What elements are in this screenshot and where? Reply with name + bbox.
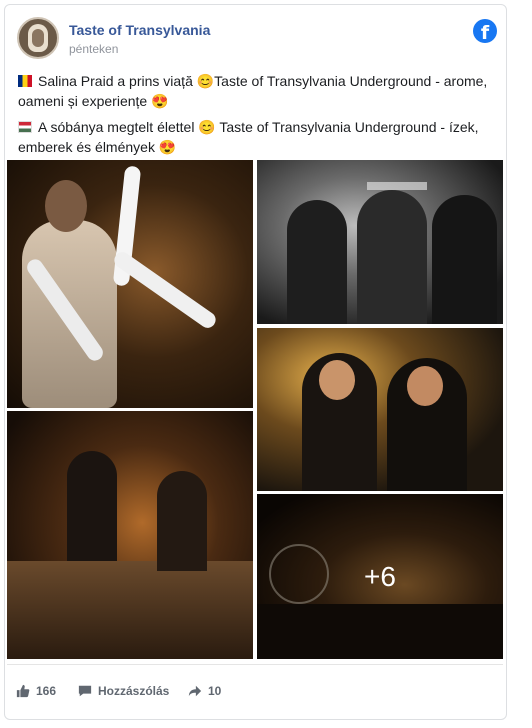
cook-figure <box>157 471 207 571</box>
post-header: Taste of Transylvania pénteken f <box>17 17 497 61</box>
hungary-flag-icon <box>18 121 32 133</box>
comment-button[interactable]: Hozzászólás <box>78 681 169 701</box>
photo-band-stage[interactable]: +6 <box>257 494 503 659</box>
photo-two-men[interactable] <box>257 328 503 491</box>
share-arrow-icon <box>188 685 202 697</box>
photo-chefs-restaurant[interactable] <box>257 160 503 324</box>
post-timestamp[interactable]: pénteken <box>69 42 118 56</box>
footer-divider <box>7 664 503 665</box>
post-footer: 166 Hozzászólás 10 <box>16 681 486 703</box>
avatar-logo-center <box>32 29 44 47</box>
post-text-romanian: Salina Praid a prins viață 😊Taste of Tra… <box>18 71 502 111</box>
page-avatar[interactable] <box>17 17 59 59</box>
photo-juggler[interactable] <box>7 160 253 408</box>
like-button[interactable]: 166 <box>16 681 56 701</box>
post-text-ro: Salina Praid a prins viață 😊Taste of Tra… <box>18 73 488 109</box>
comment-label: Hozzászólás <box>98 684 170 698</box>
post-text-hungarian: A sóbánya megtelt élettel 😊 Taste of Tra… <box>18 117 502 157</box>
man-face <box>319 360 355 400</box>
chef-figure <box>287 200 347 324</box>
speech-bubble-icon <box>78 685 92 697</box>
kitchen-counter <box>7 561 253 659</box>
like-count: 166 <box>36 684 57 698</box>
share-button[interactable]: 10 <box>188 681 221 701</box>
romania-flag-icon <box>18 75 32 87</box>
photo-kitchen-cooking[interactable] <box>7 411 253 659</box>
post-text-hu: A sóbánya megtelt élettel 😊 Taste of Tra… <box>18 119 479 155</box>
thumbs-up-icon <box>16 684 30 698</box>
chef-figure <box>432 195 497 324</box>
cook-figure <box>67 451 117 561</box>
juggler-head <box>45 180 87 232</box>
chef-figure <box>357 190 427 324</box>
share-count: 10 <box>208 684 222 698</box>
juggling-club <box>111 249 219 331</box>
more-photos-count[interactable]: +6 <box>257 494 503 659</box>
restaurant-sign <box>367 182 427 190</box>
facebook-logo-icon[interactable]: f <box>473 19 497 43</box>
man-face <box>407 366 443 406</box>
page-name-link[interactable]: Taste of Transylvania <box>69 22 210 38</box>
